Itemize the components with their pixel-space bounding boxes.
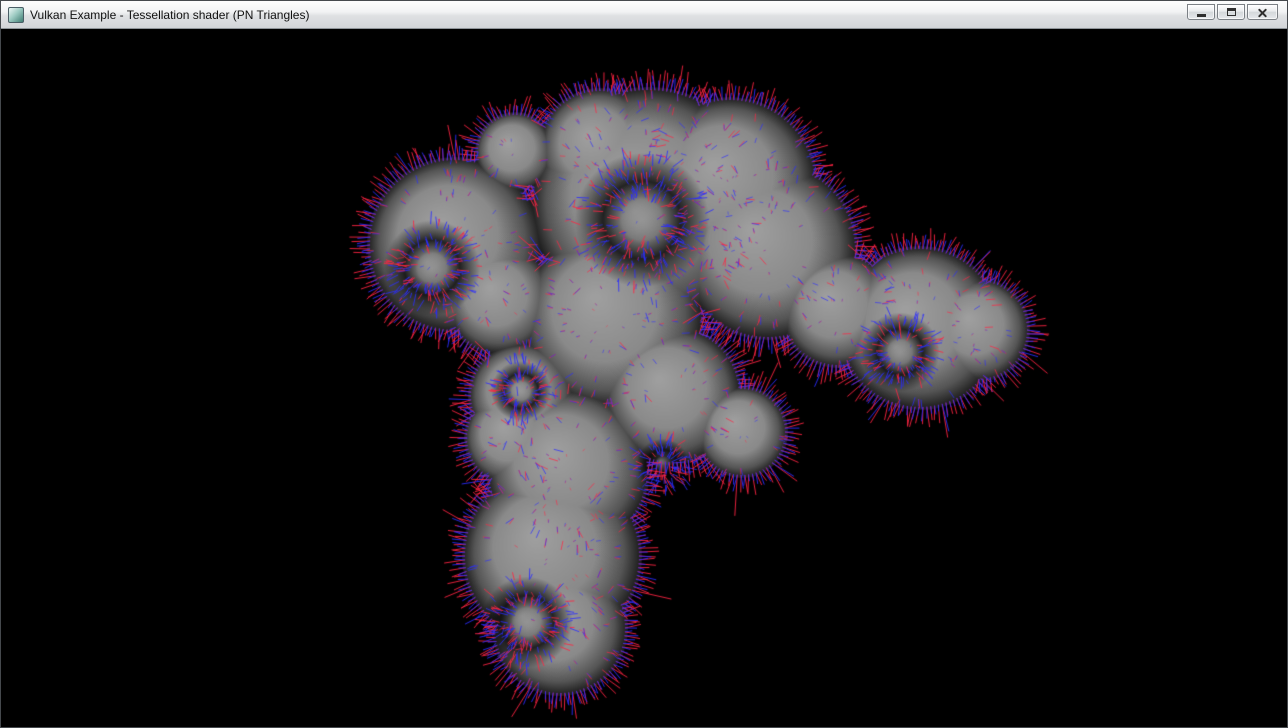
window-title: Vulkan Example - Tessellation shader (PN… — [30, 1, 309, 29]
titlebar[interactable]: Vulkan Example - Tessellation shader (PN… — [1, 1, 1287, 29]
close-button[interactable] — [1247, 4, 1278, 20]
application-window: Vulkan Example - Tessellation shader (PN… — [0, 0, 1288, 728]
application-icon[interactable] — [8, 7, 24, 23]
window-controls — [1187, 4, 1282, 20]
maximize-icon — [1227, 8, 1236, 16]
viewport-canvas[interactable] — [1, 29, 1287, 727]
minimize-button[interactable] — [1187, 4, 1215, 20]
minimize-icon — [1197, 14, 1206, 17]
maximize-button[interactable] — [1217, 4, 1245, 20]
close-icon — [1257, 7, 1268, 18]
viewport[interactable] — [1, 29, 1287, 727]
